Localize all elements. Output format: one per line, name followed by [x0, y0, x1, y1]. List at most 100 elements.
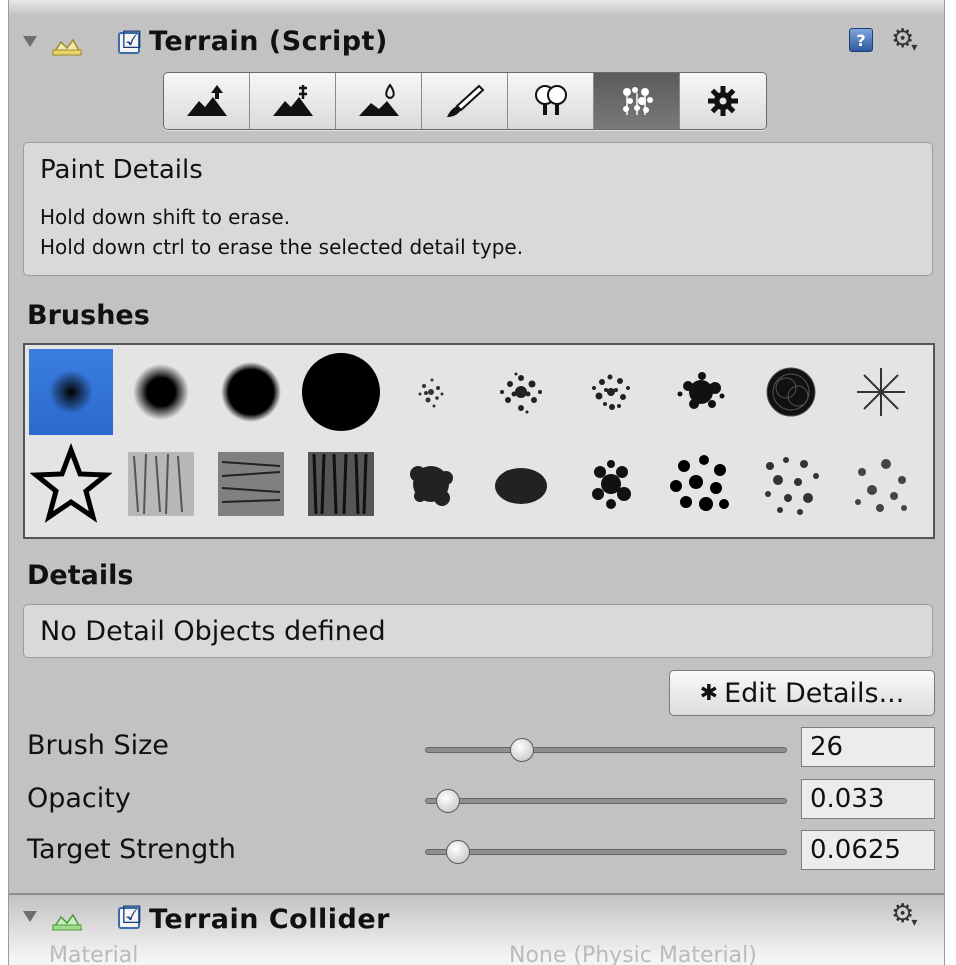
paint-details-icon — [622, 87, 653, 115]
paint-texture-icon — [446, 84, 484, 117]
gear-icon[interactable]: ⚙▾ — [891, 24, 917, 54]
info-title: Paint Details — [40, 155, 203, 185]
inspector-panel: ☑ Terrain (Script) ? ⚙▾ Paint Details Ho… — [8, 0, 945, 965]
dots-brush-icon — [670, 455, 729, 511]
soft-brush-icon — [49, 370, 93, 414]
info-hint-shift: Hold down shift to erase. — [40, 205, 291, 229]
splatter-brush-icon — [677, 372, 725, 409]
raise-lower-terrain-icon — [186, 85, 227, 116]
speckle-brush-icon — [765, 457, 819, 515]
terrain-component-icon — [51, 38, 83, 56]
texture-brush-icon — [308, 452, 374, 516]
checkbox-checkmark: ☑ — [121, 26, 143, 54]
target-strength-slider[interactable] — [425, 840, 787, 866]
smooth-height-icon — [358, 83, 399, 116]
star-brush-icon — [30, 442, 112, 523]
target-strength-field[interactable]: 0.0625 — [801, 830, 935, 870]
brush-dots-cluster[interactable] — [569, 441, 653, 527]
brush-rings[interactable] — [749, 349, 833, 435]
slider-thumb[interactable] — [446, 840, 471, 864]
foldout-arrow-icon[interactable] — [23, 911, 37, 922]
edit-details-label: Edit Details... — [724, 677, 905, 709]
brush-scatter-medium[interactable] — [479, 349, 563, 435]
speckle-brush-icon — [855, 459, 907, 512]
help-icon[interactable]: ? — [849, 28, 873, 52]
tool-raise-lower-terrain[interactable] — [164, 73, 250, 129]
tool-paint-height[interactable] — [250, 73, 336, 129]
details-label: Details — [27, 560, 134, 591]
material-label: Material — [49, 943, 139, 965]
brush-hard-large[interactable] — [299, 349, 383, 435]
texture-brush-icon — [128, 452, 194, 516]
slider-thumb[interactable] — [509, 738, 534, 762]
tool-terrain-settings[interactable] — [680, 73, 766, 129]
scatter-brush-icon — [500, 372, 542, 414]
material-value: None (Physic Material) — [509, 943, 757, 965]
brushes-label: Brushes — [27, 300, 150, 331]
brush-scatter-small[interactable] — [389, 349, 473, 435]
tool-smooth-height[interactable] — [336, 73, 422, 129]
soft-brush-icon — [133, 364, 189, 420]
terrain-collider-icon — [51, 913, 83, 931]
opacity-slider[interactable] — [425, 789, 787, 815]
blob-brush-icon — [495, 468, 547, 504]
dots-brush-icon — [592, 460, 631, 509]
rings-brush-icon — [766, 367, 816, 417]
brush-hard-medium[interactable] — [209, 349, 293, 435]
spray-brush-icon — [592, 374, 630, 410]
edit-details-button[interactable]: ✱ Edit Details... — [669, 670, 935, 716]
slider-track — [425, 798, 787, 804]
texture-brush-icon — [218, 452, 284, 516]
rough-brush-icon — [410, 466, 453, 506]
paint-height-icon — [272, 85, 313, 116]
brush-texture-medium[interactable] — [209, 441, 293, 527]
brush-spray[interactable] — [569, 349, 653, 435]
brush-size-field[interactable]: 26 — [801, 727, 935, 767]
brush-speckle[interactable] — [749, 441, 833, 527]
slider-track — [425, 849, 787, 855]
target-strength-label: Target Strength — [27, 834, 236, 865]
brush-soft-blob[interactable] — [479, 441, 563, 527]
brush-starburst[interactable] — [839, 349, 923, 435]
brush-dots-large[interactable] — [659, 441, 743, 527]
no-details-message: No Detail Objects defined — [40, 616, 386, 647]
collider-title: Terrain Collider — [149, 904, 390, 935]
component-title: Terrain (Script) — [149, 26, 388, 57]
brush-splatter[interactable] — [659, 349, 743, 435]
brush-star[interactable] — [29, 441, 113, 527]
opacity-label: Opacity — [27, 783, 131, 814]
brush-texture-dark[interactable] — [299, 441, 383, 527]
brush-soft-small[interactable] — [29, 349, 113, 435]
brush-speckle-light[interactable] — [839, 441, 923, 527]
slider-thumb[interactable] — [436, 789, 461, 813]
top-edge — [9, 0, 944, 16]
collider-enabled-checkbox[interactable]: ☑ — [118, 903, 143, 929]
terrain-settings-icon — [708, 86, 738, 116]
brush-grid — [23, 343, 935, 539]
hard-brush-icon — [302, 353, 380, 431]
info-hint-ctrl: Hold down ctrl to erase the selected det… — [40, 235, 524, 259]
brush-rough-blob[interactable] — [389, 441, 473, 527]
tool-place-trees[interactable] — [508, 73, 594, 129]
gear-icon: ✱ — [699, 680, 719, 706]
hard-brush-icon — [221, 362, 281, 422]
tool-paint-texture[interactable] — [422, 73, 508, 129]
gear-icon[interactable]: ⚙▾ — [891, 899, 917, 929]
tool-paint-details[interactable] — [594, 73, 680, 129]
scatter-brush-icon — [418, 378, 444, 408]
detail-objects-list: No Detail Objects defined — [23, 604, 933, 658]
tool-info-box: Paint Details Hold down shift to erase. … — [23, 142, 933, 276]
opacity-field[interactable]: 0.033 — [801, 779, 935, 819]
enabled-checkbox[interactable]: ☑ — [118, 28, 143, 54]
foldout-arrow-icon[interactable] — [23, 36, 37, 47]
terrain-tool-toolbar — [163, 72, 767, 130]
brush-texture-light[interactable] — [119, 441, 203, 527]
brush-size-slider[interactable] — [425, 738, 787, 764]
slider-track — [425, 747, 787, 753]
place-trees-icon — [534, 85, 567, 115]
checkbox-checkmark: ☑ — [121, 901, 143, 929]
brush-soft-medium[interactable] — [119, 349, 203, 435]
brush-size-label: Brush Size — [27, 730, 169, 761]
component-header: ☑ Terrain (Script) ? ⚙▾ — [9, 16, 944, 70]
starburst-brush-icon — [857, 368, 905, 416]
